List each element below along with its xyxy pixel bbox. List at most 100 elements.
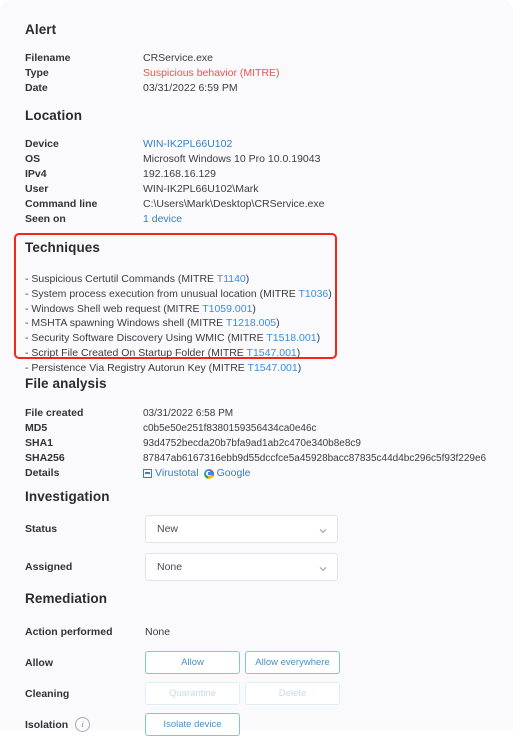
action-performed-label: Action performed — [25, 625, 113, 638]
remediation-heading: Remediation — [25, 591, 108, 606]
details-row: Details Virustotal Google — [25, 466, 486, 481]
location-field-row: User WIN-IK2PL66U102\Mark — [25, 182, 324, 197]
technique-mitre-id[interactable]: T1059.001 — [202, 303, 252, 315]
assigned-row: Assigned None — [25, 553, 345, 581]
details-link-label: Virustotal — [155, 467, 199, 479]
location-field-value[interactable]: 1 device — [143, 212, 182, 227]
chevron-down-icon — [319, 527, 327, 534]
file-analysis-section: File analysis File created 03/31/2022 6:5… — [25, 376, 486, 481]
alert-field-row: Date 03/31/2022 6:59 PM — [25, 81, 280, 96]
file-analysis-heading: File analysis — [25, 376, 107, 391]
allow-buttons: Allow Allow everywhere — [145, 651, 340, 674]
status-select[interactable]: New — [145, 515, 338, 543]
technique-mitre-id[interactable]: T1547.001 — [248, 362, 298, 374]
alert-heading: Alert — [25, 22, 57, 37]
file-field-value: c0b5e50e251f8380159356434ca0e46c — [143, 423, 317, 434]
alert-rows: Filename CRService.exe Type Suspicious beha… — [25, 51, 280, 96]
location-field-value[interactable]: WIN-IK2PL66U102 — [143, 137, 232, 152]
file-field-row: SHA256 87847ab6167316ebb9d55dccfce5a45928… — [25, 451, 486, 466]
location-field-value: C:\Users\Mark\Desktop\CRService.exe — [143, 198, 325, 210]
details-link-label: Google — [216, 467, 251, 479]
assigned-value: None — [157, 561, 183, 573]
alert-field-label: Type — [25, 67, 49, 79]
technique-item: - Security Software Discovery Using WMIC… — [25, 332, 321, 345]
techniques-heading: Techniques — [25, 240, 101, 255]
file-analysis-rows: File created 03/31/2022 6:58 PM MD5 c0b5e50… — [25, 406, 486, 466]
chevron-down-icon — [319, 565, 327, 572]
technique-item: - System process execution from unusual … — [25, 287, 332, 300]
technique-mitre-id[interactable]: T1547.001 — [247, 347, 297, 359]
location-section: Location Device WIN-IK2PL66U102 OS Microsof… — [25, 108, 324, 227]
status-label: Status — [25, 523, 58, 535]
file-field-row: File created 03/31/2022 6:58 PM — [25, 406, 486, 421]
location-field-row: Command line C:\Users\Mark\Desktop\CRServ… — [25, 197, 324, 212]
investigation-section: Investigation Status New Assigned None — [25, 489, 345, 581]
virustotal-icon — [143, 469, 152, 478]
location-field-value: WIN-IK2PL66U102\Mark — [143, 183, 259, 195]
isolation-buttons: Isolate device — [145, 713, 240, 736]
details-links: Virustotal Google — [143, 466, 250, 481]
location-field-row: IPv4 192.168.16.129 — [25, 167, 324, 182]
delete-button: Delete — [245, 682, 340, 705]
file-field-label: File created — [25, 407, 84, 419]
techniques-section: Techniques - Suspicious Certutil Command… — [25, 240, 345, 376]
location-heading: Location — [25, 108, 83, 123]
isolate-device-button[interactable]: Isolate device — [145, 713, 240, 736]
details-label: Details — [25, 467, 60, 479]
allow-button[interactable]: Allow — [145, 651, 240, 674]
allow-row: Allow Allow Allow everywhere — [25, 647, 355, 678]
technique-item: - Script File Created On Startup Folder … — [25, 346, 301, 359]
isolation-label-text: Isolation — [25, 718, 69, 731]
technique-mitre-id[interactable]: T1140 — [217, 273, 246, 285]
file-field-label: SHA256 — [25, 452, 65, 464]
assigned-label: Assigned — [25, 561, 73, 573]
status-value: New — [157, 523, 179, 535]
remediation-section: Remediation Action performed None Allow … — [25, 591, 355, 740]
technique-item: - MSHTA spawning Windows shell (MITRE T1… — [25, 317, 280, 330]
cleaning-buttons: Quarantine Delete — [145, 682, 340, 705]
status-row: Status New — [25, 515, 345, 543]
isolation-row: Isolation i Isolate device — [25, 709, 355, 740]
location-field-value: Microsoft Windows 10 Pro 10.0.19043 — [143, 153, 321, 165]
location-field-row: Seen on 1 device — [25, 212, 324, 227]
action-performed-row: Action performed None — [25, 616, 355, 647]
alert-field-value: Suspicious behavior (MITRE) — [143, 67, 280, 79]
details-link-google[interactable]: Google — [203, 466, 251, 481]
alert-section: Alert Filename CRService.exe Type Suspiciou… — [25, 22, 280, 96]
quarantine-button: Quarantine — [145, 682, 240, 705]
action-performed-value: None — [145, 625, 171, 638]
location-field-value: 192.168.16.129 — [143, 168, 216, 180]
location-field-label: IPv4 — [25, 168, 47, 180]
location-field-label: Command line — [25, 198, 98, 210]
alert-field-value: 03/31/2022 6:59 PM — [143, 82, 238, 94]
alert-field-row: Type Suspicious behavior (MITRE) — [25, 66, 280, 81]
location-field-row: OS Microsoft Windows 10 Pro 10.0.19043 — [25, 152, 324, 167]
allow-label: Allow — [25, 656, 53, 669]
location-field-label: Device — [25, 138, 59, 150]
alert-field-row: Filename CRService.exe — [25, 51, 280, 66]
file-field-value: 93d4752becda20b7bfa9ad1ab2c470e340b8e8c9 — [143, 438, 361, 449]
location-rows: Device WIN-IK2PL66U102 OS Microsoft Windows… — [25, 137, 324, 227]
alert-field-label: Filename — [25, 52, 71, 64]
file-field-row: SHA1 93d4752becda20b7bfa9ad1ab2c470e340b8… — [25, 436, 486, 451]
cleaning-row: Cleaning Quarantine Delete — [25, 678, 355, 709]
technique-mitre-id[interactable]: T1036 — [299, 288, 329, 300]
technique-item: - Persistence Via Registry Autorun Key (… — [25, 361, 302, 374]
file-field-label: SHA1 — [25, 437, 54, 449]
technique-mitre-id[interactable]: T1518.001 — [266, 332, 316, 344]
file-field-value: 87847ab6167316ebb9d55dccfce5a45928bacc87… — [143, 453, 487, 464]
investigation-heading: Investigation — [25, 489, 110, 504]
alert-field-label: Date — [25, 82, 48, 94]
assigned-select[interactable]: None — [145, 553, 338, 581]
technique-item: - Windows Shell web request (MITRE T1059… — [25, 302, 256, 315]
technique-mitre-id[interactable]: T1218.005 — [226, 317, 276, 329]
alert-details-page: Alert Filename CRService.exe Type Suspiciou… — [0, 0, 527, 736]
allow-everywhere-button[interactable]: Allow everywhere — [245, 651, 340, 674]
details-card: Alert Filename CRService.exe Type Suspiciou… — [0, 0, 513, 736]
location-field-label: User — [25, 183, 49, 195]
google-icon — [203, 468, 214, 479]
details-link-virustotal[interactable]: Virustotal — [143, 466, 199, 481]
location-field-row: Device WIN-IK2PL66U102 — [25, 137, 324, 152]
file-field-label: MD5 — [25, 422, 48, 434]
technique-item: - Suspicious Certutil Commands (MITRE T1… — [25, 273, 250, 285]
